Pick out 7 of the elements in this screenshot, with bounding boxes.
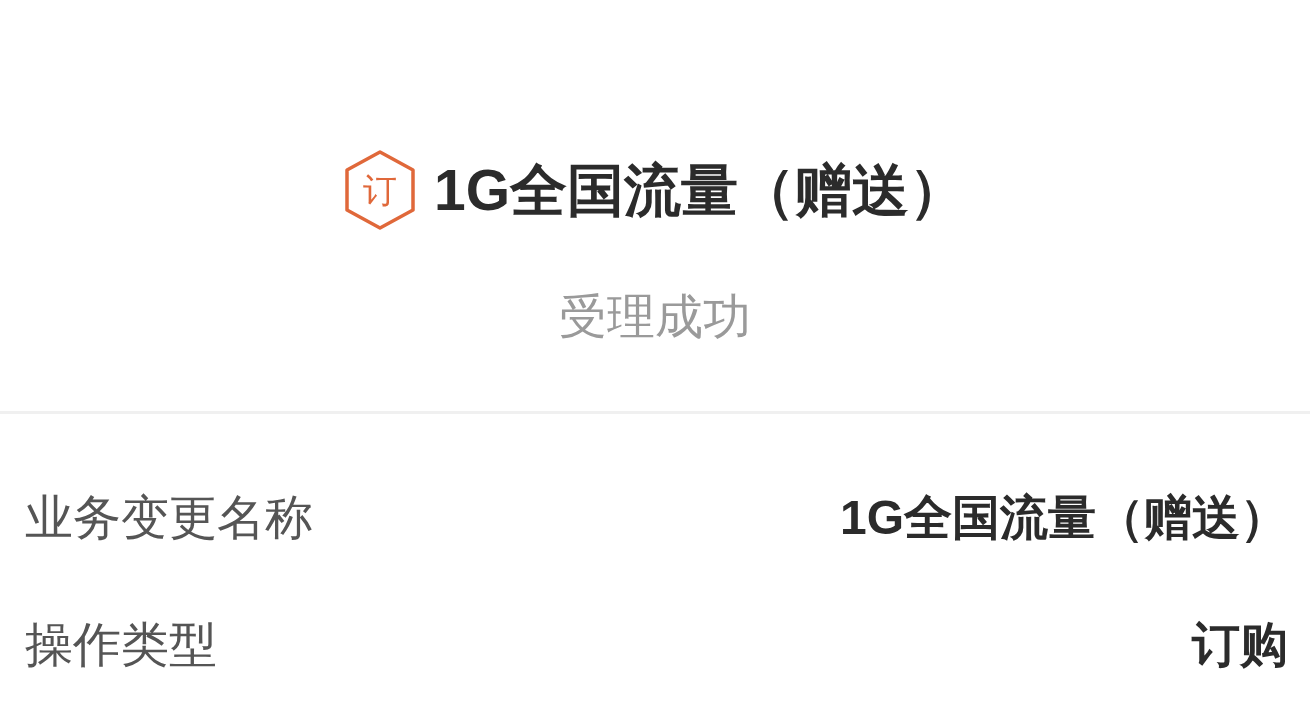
order-title: 1G全国流量（赠送） [433, 156, 966, 224]
hexagon-order-badge: 订 [343, 150, 416, 230]
status-text: 受理成功 [559, 289, 751, 345]
detail-value: 订购 [1192, 616, 1288, 673]
detail-label: 操作类型 [25, 616, 217, 673]
detail-label: 业务变更名称 [25, 489, 313, 546]
detail-value: 1G全国流量（赠送） [839, 489, 1288, 546]
